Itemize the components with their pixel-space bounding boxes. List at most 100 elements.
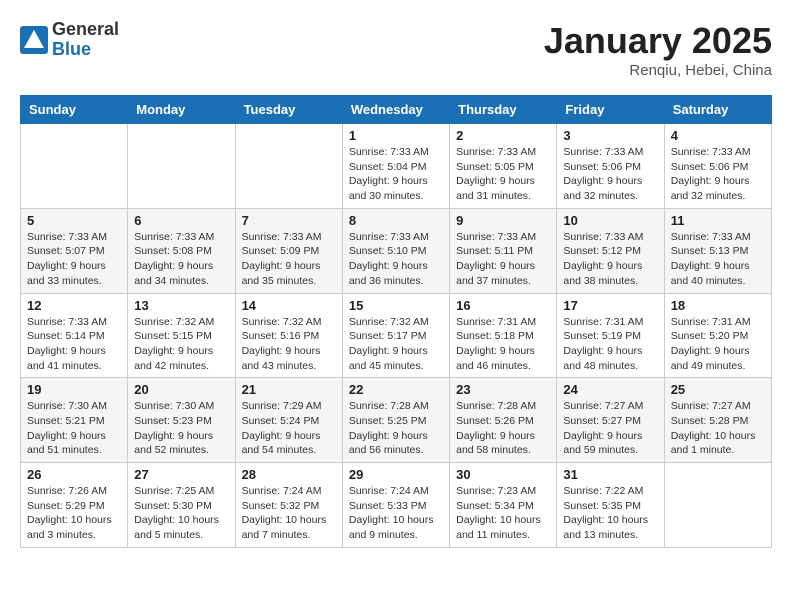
day-info: Sunrise: 7:33 AM Sunset: 5:05 PM Dayligh…	[456, 145, 550, 204]
calendar-cell: 5Sunrise: 7:33 AM Sunset: 5:07 PM Daylig…	[21, 208, 128, 293]
calendar-week-row: 12 Sunrise: 7:33 AM Sunset: 5:14 PM Dayli…	[21, 293, 772, 378]
day-number: 4	[671, 128, 765, 143]
calendar-cell: 14 Sunrise: 7:32 AM Sunset: 5:16 PM Dayli…	[235, 293, 342, 378]
day-info: Sunrise: 7:32 AM Sunset: 5:17 PM Dayligh…	[349, 315, 443, 374]
day-info: Sunrise: 7:28 AM Sunset: 5:25 PM Dayligh…	[349, 399, 443, 458]
calendar-cell: 17Sunrise: 7:31 AM Sunset: 5:19 PM Dayli…	[557, 293, 664, 378]
calendar-cell: 24Sunrise: 7:27 AM Sunset: 5:27 PM Dayli…	[557, 378, 664, 463]
day-number: 28	[242, 467, 336, 482]
day-number: 10	[563, 213, 657, 228]
day-info: Sunrise: 7:32 AM Sunset: 5:16 PM Dayligh…	[242, 315, 336, 374]
day-number: 20	[134, 382, 228, 397]
calendar-cell: 7 Sunrise: 7:33 AM Sunset: 5:09 PM Daylig…	[235, 208, 342, 293]
calendar-cell: 3Sunrise: 7:33 AM Sunset: 5:06 PM Daylig…	[557, 124, 664, 209]
day-number: 9	[456, 213, 550, 228]
day-info: Sunrise: 7:32 AM Sunset: 5:15 PM Dayligh…	[134, 315, 228, 374]
calendar-cell: 16Sunrise: 7:31 AM Sunset: 5:18 PM Dayli…	[450, 293, 557, 378]
logo-blue: Blue	[52, 40, 119, 60]
day-number: 26	[27, 467, 121, 482]
calendar-cell: 20 Sunrise: 7:30 AM Sunset: 5:23 PM Dayli…	[128, 378, 235, 463]
day-number: 2	[456, 128, 550, 143]
day-number: 25	[671, 382, 765, 397]
logo: General Blue	[20, 20, 119, 60]
calendar-cell: 13 Sunrise: 7:32 AM Sunset: 5:15 PM Dayli…	[128, 293, 235, 378]
calendar-week-row: 1 Sunrise: 7:33 AM Sunset: 5:04 PM Daylig…	[21, 124, 772, 209]
calendar-cell: 8Sunrise: 7:33 AM Sunset: 5:10 PM Daylig…	[342, 208, 449, 293]
day-info: Sunrise: 7:29 AM Sunset: 5:24 PM Dayligh…	[242, 399, 336, 458]
weekday-header: Sunday	[21, 96, 128, 124]
day-number: 7	[242, 213, 336, 228]
day-info: Sunrise: 7:33 AM Sunset: 5:06 PM Dayligh…	[671, 145, 765, 204]
calendar-cell: 12 Sunrise: 7:33 AM Sunset: 5:14 PM Dayli…	[21, 293, 128, 378]
calendar-cell: 30Sunrise: 7:23 AM Sunset: 5:34 PM Dayli…	[450, 463, 557, 548]
weekday-header-row: SundayMondayTuesdayWednesdayThursdayFrid…	[21, 96, 772, 124]
calendar-week-row: 19 Sunrise: 7:30 AM Sunset: 5:21 PM Dayli…	[21, 378, 772, 463]
calendar-cell: 6 Sunrise: 7:33 AM Sunset: 5:08 PM Daylig…	[128, 208, 235, 293]
day-number: 11	[671, 213, 765, 228]
day-info: Sunrise: 7:24 AM Sunset: 5:32 PM Dayligh…	[242, 484, 336, 543]
day-number: 24	[563, 382, 657, 397]
day-info: Sunrise: 7:33 AM Sunset: 5:06 PM Dayligh…	[563, 145, 657, 204]
calendar-cell: 4 Sunrise: 7:33 AM Sunset: 5:06 PM Daylig…	[664, 124, 771, 209]
page-header: General Blue January 2025 Renqiu, Hebei,…	[20, 20, 772, 79]
day-info: Sunrise: 7:22 AM Sunset: 5:35 PM Dayligh…	[563, 484, 657, 543]
day-info: Sunrise: 7:24 AM Sunset: 5:33 PM Dayligh…	[349, 484, 443, 543]
calendar-cell: 15 Sunrise: 7:32 AM Sunset: 5:17 PM Dayli…	[342, 293, 449, 378]
day-info: Sunrise: 7:33 AM Sunset: 5:08 PM Dayligh…	[134, 230, 228, 289]
day-number: 6	[134, 213, 228, 228]
day-info: Sunrise: 7:28 AM Sunset: 5:26 PM Dayligh…	[456, 399, 550, 458]
day-info: Sunrise: 7:33 AM Sunset: 5:10 PM Dayligh…	[349, 230, 443, 289]
calendar-cell	[128, 124, 235, 209]
day-info: Sunrise: 7:30 AM Sunset: 5:23 PM Dayligh…	[134, 399, 228, 458]
weekday-header: Saturday	[664, 96, 771, 124]
calendar-cell: 29Sunrise: 7:24 AM Sunset: 5:33 PM Dayli…	[342, 463, 449, 548]
day-info: Sunrise: 7:30 AM Sunset: 5:21 PM Dayligh…	[27, 399, 121, 458]
day-number: 17	[563, 298, 657, 313]
day-number: 1	[349, 128, 443, 143]
logo-general: General	[52, 20, 119, 40]
day-number: 16	[456, 298, 550, 313]
day-info: Sunrise: 7:26 AM Sunset: 5:29 PM Dayligh…	[27, 484, 121, 543]
location: Renqiu, Hebei, China	[544, 62, 772, 79]
day-number: 12	[27, 298, 121, 313]
calendar-week-row: 5Sunrise: 7:33 AM Sunset: 5:07 PM Daylig…	[21, 208, 772, 293]
logo-text: General Blue	[52, 20, 119, 60]
day-number: 14	[242, 298, 336, 313]
calendar-week-row: 26 Sunrise: 7:26 AM Sunset: 5:29 PM Dayli…	[21, 463, 772, 548]
day-info: Sunrise: 7:33 AM Sunset: 5:09 PM Dayligh…	[242, 230, 336, 289]
logo-icon	[20, 26, 48, 54]
day-number: 22	[349, 382, 443, 397]
calendar-cell: 21 Sunrise: 7:29 AM Sunset: 5:24 PM Dayli…	[235, 378, 342, 463]
day-number: 19	[27, 382, 121, 397]
calendar-cell: 9 Sunrise: 7:33 AM Sunset: 5:11 PM Daylig…	[450, 208, 557, 293]
title-block: January 2025 Renqiu, Hebei, China	[544, 20, 772, 79]
weekday-header: Wednesday	[342, 96, 449, 124]
day-info: Sunrise: 7:33 AM Sunset: 5:11 PM Dayligh…	[456, 230, 550, 289]
day-number: 23	[456, 382, 550, 397]
calendar-cell: 1 Sunrise: 7:33 AM Sunset: 5:04 PM Daylig…	[342, 124, 449, 209]
day-number: 13	[134, 298, 228, 313]
calendar-cell: 31 Sunrise: 7:22 AM Sunset: 5:35 PM Dayli…	[557, 463, 664, 548]
day-number: 27	[134, 467, 228, 482]
calendar-cell: 22 Sunrise: 7:28 AM Sunset: 5:25 PM Dayli…	[342, 378, 449, 463]
day-info: Sunrise: 7:27 AM Sunset: 5:28 PM Dayligh…	[671, 399, 765, 458]
weekday-header: Monday	[128, 96, 235, 124]
day-info: Sunrise: 7:33 AM Sunset: 5:04 PM Dayligh…	[349, 145, 443, 204]
day-number: 15	[349, 298, 443, 313]
calendar-cell: 2 Sunrise: 7:33 AM Sunset: 5:05 PM Daylig…	[450, 124, 557, 209]
day-info: Sunrise: 7:33 AM Sunset: 5:12 PM Dayligh…	[563, 230, 657, 289]
day-number: 21	[242, 382, 336, 397]
day-info: Sunrise: 7:31 AM Sunset: 5:20 PM Dayligh…	[671, 315, 765, 374]
calendar-cell	[21, 124, 128, 209]
calendar-cell: 25 Sunrise: 7:27 AM Sunset: 5:28 PM Dayli…	[664, 378, 771, 463]
calendar-cell: 27 Sunrise: 7:25 AM Sunset: 5:30 PM Dayli…	[128, 463, 235, 548]
day-number: 31	[563, 467, 657, 482]
calendar-cell: 23 Sunrise: 7:28 AM Sunset: 5:26 PM Dayli…	[450, 378, 557, 463]
day-info: Sunrise: 7:33 AM Sunset: 5:14 PM Dayligh…	[27, 315, 121, 374]
day-number: 5	[27, 213, 121, 228]
calendar-cell: 11Sunrise: 7:33 AM Sunset: 5:13 PM Dayli…	[664, 208, 771, 293]
day-number: 18	[671, 298, 765, 313]
day-info: Sunrise: 7:25 AM Sunset: 5:30 PM Dayligh…	[134, 484, 228, 543]
calendar: SundayMondayTuesdayWednesdayThursdayFrid…	[20, 95, 772, 548]
calendar-cell: 19 Sunrise: 7:30 AM Sunset: 5:21 PM Dayli…	[21, 378, 128, 463]
